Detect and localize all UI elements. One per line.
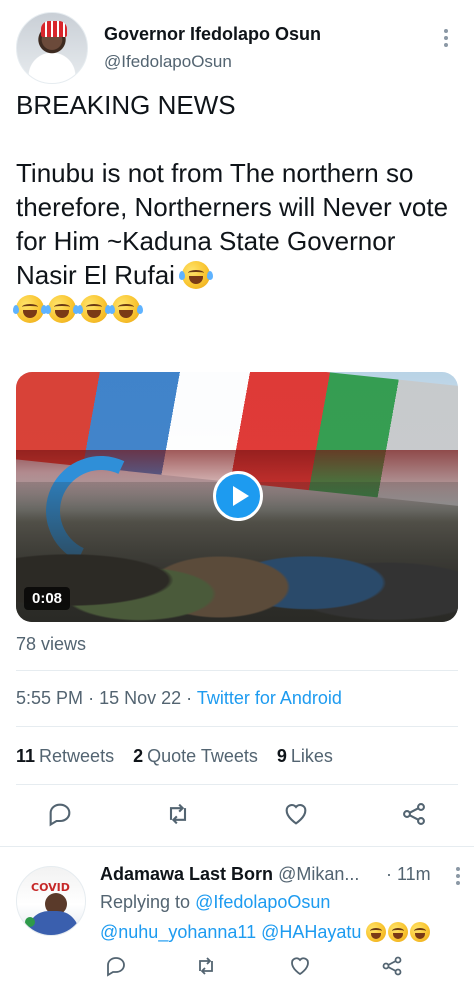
replying-to-link[interactable]: @IfedolapoOsun (195, 892, 330, 912)
divider (0, 846, 474, 847)
grin-emoji-icon (410, 922, 431, 942)
tweet-time[interactable]: 5:55 PM (16, 688, 83, 708)
grin-emoji-icon (388, 922, 409, 942)
view-count[interactable]: 78 views (16, 634, 86, 655)
reply-author[interactable]: Adamawa Last Born @Mikan... (100, 864, 359, 885)
tweet-date[interactable]: 15 Nov 22 (99, 688, 181, 708)
reply-time[interactable]: · 11m (386, 864, 431, 885)
reply-actions (0, 954, 474, 984)
rofl-emoji-icon (77, 295, 111, 323)
reply-avatar[interactable]: COVID (16, 866, 86, 936)
video-media[interactable]: 0:08 (16, 372, 458, 622)
play-icon[interactable] (213, 471, 263, 521)
reply-display-name[interactable]: Adamawa Last Born (100, 864, 273, 884)
reply-handle[interactable]: @Mikan... (278, 864, 359, 884)
author-avatar[interactable] (16, 12, 88, 84)
rofl-emoji-icon (109, 295, 143, 323)
tweet-stats: 11 Retweets 2 Quote Tweets 9 Likes (16, 746, 347, 767)
tweet-source[interactable]: Twitter for Android (197, 688, 342, 708)
reply-icon[interactable] (46, 800, 76, 830)
reply-icon[interactable] (104, 954, 134, 984)
tweet-meta: 5:55 PM · 15 Nov 22 · Twitter for Androi… (16, 688, 342, 708)
rofl-emoji-icon (366, 922, 387, 942)
likes-stat[interactable]: 9 Likes (277, 746, 333, 766)
tweet-text: BREAKING NEWS Tinubu is not from The nor… (13, 88, 458, 326)
rofl-emoji-icon (179, 261, 214, 289)
retweets-stat[interactable]: 11 Retweets (16, 746, 114, 766)
rofl-emoji-icon (13, 295, 47, 323)
replying-to: Replying to @IfedolapoOsun (100, 892, 331, 912)
emoji-row (13, 292, 458, 326)
heart-icon[interactable] (282, 800, 312, 830)
tweet-actions (0, 800, 474, 836)
more-icon[interactable] (438, 26, 454, 50)
retweet-icon[interactable] (194, 954, 224, 984)
avatar-cap (41, 21, 67, 37)
reply-mentions[interactable]: @nuhu_yohanna11 @HAHayatu (100, 922, 361, 942)
divider (16, 784, 458, 785)
user-handle[interactable]: @IfedolapoOsun (104, 52, 232, 72)
display-name[interactable]: Governor Ifedolapo Osun (104, 24, 321, 45)
share-icon[interactable] (400, 800, 430, 830)
tweet-text-line-1: BREAKING NEWS (16, 90, 236, 120)
divider (16, 726, 458, 727)
heart-icon[interactable] (288, 954, 318, 984)
retweet-icon[interactable] (164, 800, 194, 830)
share-icon[interactable] (380, 954, 410, 984)
quote-tweets-stat[interactable]: 2 Quote Tweets (133, 746, 258, 766)
tweet-text-quote: Tinubu is not from The northern so there… (16, 158, 449, 290)
reply-text: @nuhu_yohanna11 @HAHayatu (100, 922, 432, 943)
video-duration: 0:08 (24, 587, 71, 610)
more-icon[interactable] (450, 864, 466, 888)
rofl-emoji-icon (45, 295, 79, 323)
reply-tweet[interactable]: COVID Adamawa Last Born @Mikan... · 11m … (0, 852, 474, 992)
tweet-text-body: Tinubu is not from The northern so there… (16, 156, 458, 292)
tweet-header: Governor Ifedolapo Osun @IfedolapoOsun (16, 12, 458, 84)
divider (16, 670, 458, 671)
